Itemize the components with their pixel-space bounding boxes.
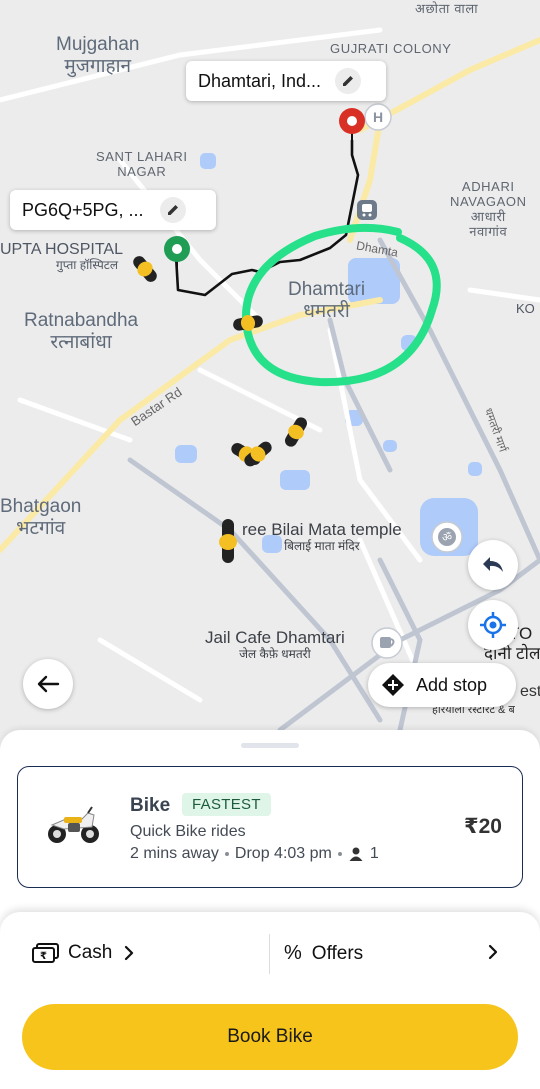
ride-option-bike[interactable]: Bike FASTEST Quick Bike rides 2 mins awa… <box>17 766 523 888</box>
pickup-location-label: PG6Q+5PG, ... <box>22 199 144 220</box>
svg-text:₹: ₹ <box>40 951 47 962</box>
payment-method-label: Cash <box>68 942 113 963</box>
ride-seats: 1 <box>369 845 379 862</box>
offers-button[interactable]: % Offers <box>284 942 363 965</box>
ride-name: Bike <box>130 795 171 816</box>
payment-divider <box>269 934 270 974</box>
add-stop-button[interactable]: Add stop <box>368 663 516 707</box>
offers-chevron-right-icon[interactable] <box>486 944 500 960</box>
drop-location-card[interactable]: Dhamtari, Ind... <box>186 61 386 101</box>
payment-row: ₹ Cash % Offers <box>0 934 540 976</box>
undo-arrow-icon <box>483 557 503 572</box>
bike-marker-icon <box>233 315 263 331</box>
ride-description: Quick Bike rides <box>130 823 246 840</box>
person-icon <box>349 847 363 861</box>
drop-pin-icon[interactable] <box>337 106 367 152</box>
route-overlay <box>174 140 441 387</box>
offers-label: Offers <box>311 942 364 964</box>
drop-location-label: Dhamtari, Ind... <box>198 70 322 91</box>
add-stop-diamond-plus-icon <box>382 674 404 696</box>
bike-vehicle-icon <box>48 806 99 843</box>
map-view[interactable]: Mujgahan मुजगाहान GUJRATI COLONY अछोता व… <box>0 0 540 760</box>
add-stop-label: Add stop <box>416 674 488 695</box>
edit-drop-pencil-icon[interactable] <box>335 68 362 94</box>
my-location-icon <box>480 612 506 638</box>
ride-eta: 2 mins away <box>130 845 219 862</box>
fastest-badge: FASTEST <box>182 793 271 816</box>
recenter-button[interactable] <box>468 600 518 650</box>
edit-pickup-pencil-icon[interactable] <box>159 197 186 223</box>
cash-note-icon: ₹ <box>32 943 59 963</box>
pickup-location-card[interactable]: PG6Q+5PG, ... <box>10 190 216 230</box>
bike-marker-icon <box>231 441 272 467</box>
bike-marker-icon <box>133 256 157 282</box>
chevron-right-icon <box>125 945 134 961</box>
ride-drop-time: Drop 4:03 pm <box>234 845 332 862</box>
pickup-pin-icon[interactable] <box>162 234 192 280</box>
ride-options-sheet: Bike FASTEST Quick Bike rides 2 mins awa… <box>0 730 540 930</box>
ride-meta: 2 mins away Drop 4:03 pm 1 <box>130 845 379 863</box>
sheet-drag-handle[interactable] <box>241 743 299 748</box>
ride-price: ₹20 <box>464 815 502 838</box>
back-button[interactable] <box>23 659 73 709</box>
bike-marker-icon <box>285 417 307 447</box>
bike-marker-icon <box>219 519 237 563</box>
checkout-panel: ₹ Cash % Offers Book Bike <box>0 912 540 1089</box>
percent-icon: % <box>284 942 302 964</box>
payment-method-button[interactable]: ₹ Cash <box>32 942 144 964</box>
highlight-circle <box>241 223 441 387</box>
back-arrow-icon <box>37 675 60 693</box>
book-bike-button[interactable]: Book Bike <box>22 1004 518 1070</box>
route-back-button[interactable] <box>468 540 518 590</box>
